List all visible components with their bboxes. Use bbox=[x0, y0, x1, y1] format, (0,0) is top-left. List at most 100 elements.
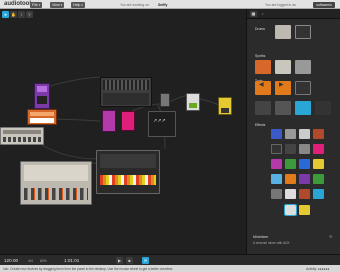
stompbox-grey[interactable] bbox=[160, 93, 170, 107]
category-synths: Synths bbox=[255, 54, 266, 58]
sequencer-display bbox=[3, 130, 41, 134]
device-drum-machine-808[interactable] bbox=[96, 150, 160, 194]
device-drum-machine-909[interactable] bbox=[20, 161, 92, 205]
loop-button[interactable]: ⟳ bbox=[142, 257, 149, 264]
device-sequencer[interactable] bbox=[0, 127, 44, 145]
synth-keys[interactable] bbox=[30, 118, 54, 123]
palette-effect[interactable] bbox=[313, 189, 324, 199]
play-button[interactable]: ▶ bbox=[116, 257, 123, 264]
category-drums: Drums bbox=[255, 27, 265, 31]
stompbox-magenta[interactable] bbox=[121, 111, 135, 131]
palette-tool-rewind[interactable]: ◀ bbox=[255, 81, 271, 95]
device-panel: ▦ ♪ Drums Synths Tools ◀ ▶ Effects Minim… bbox=[246, 9, 340, 254]
transport-bar: 120.00 4/4 60% 1:01:01 ▶ ■ ⟳ bbox=[0, 254, 246, 265]
samples-tab-icon: ♪ bbox=[261, 11, 264, 16]
position-display: 1:01:01 bbox=[64, 258, 80, 263]
tab-samples[interactable]: ♪ bbox=[259, 11, 266, 17]
palette-synth-grey[interactable] bbox=[275, 60, 291, 74]
device-black-effect[interactable]: ↗↗↗ bbox=[148, 111, 176, 137]
sequencer-steps[interactable] bbox=[3, 137, 41, 142]
rewind-icon: ◀ bbox=[259, 82, 264, 88]
stompbox-footswitch[interactable] bbox=[221, 108, 229, 113]
palette-effect[interactable] bbox=[271, 159, 282, 169]
palette-effect[interactable] bbox=[313, 144, 324, 154]
stompbox-pink[interactable] bbox=[102, 110, 116, 132]
palette-tool-dark[interactable] bbox=[295, 81, 311, 95]
drum-machine-steps[interactable] bbox=[24, 188, 88, 200]
palette-synth-orange[interactable] bbox=[255, 60, 271, 74]
stompbox-yellow[interactable] bbox=[218, 97, 232, 115]
current-username[interactable]: Sniffy bbox=[158, 3, 167, 7]
menu-help[interactable]: Help▾ bbox=[71, 1, 85, 8]
top-bar: audiotool File▾ View▾ Help▾ You are work… bbox=[0, 0, 340, 9]
palette-synth-silver[interactable] bbox=[295, 60, 311, 74]
palette-effect[interactable] bbox=[285, 189, 296, 199]
forward-icon: ▶ bbox=[279, 82, 284, 88]
palette-effect[interactable] bbox=[271, 129, 282, 139]
account-button[interactable]: softwareio bbox=[313, 1, 335, 8]
palette-tool-black[interactable] bbox=[315, 101, 331, 115]
menu-view[interactable]: View▾ bbox=[50, 1, 65, 8]
device-mixer[interactable] bbox=[100, 77, 152, 107]
chevron-down-icon: ▾ bbox=[38, 2, 41, 7]
palette-effect[interactable] bbox=[313, 129, 324, 139]
desktop-area[interactable]: ➤ ✋ ⌇ ⚲ ↗↗↗ bbox=[0, 9, 246, 254]
stompbox-screen bbox=[37, 86, 47, 92]
status-message: Info: Create new devices by dragging the… bbox=[3, 266, 173, 271]
palette-tool-splitter[interactable] bbox=[275, 101, 291, 115]
tab-devices[interactable]: ▦ bbox=[250, 11, 257, 17]
drum-machine-knobs[interactable] bbox=[24, 165, 88, 181]
play-icon: ▶ bbox=[117, 258, 122, 263]
category-effects: Effects bbox=[255, 123, 266, 127]
palette-effect[interactable] bbox=[299, 159, 310, 169]
palette-tool-forward[interactable]: ▶ bbox=[275, 81, 291, 95]
palette-effect[interactable] bbox=[285, 174, 296, 184]
stop-icon: ■ bbox=[128, 258, 131, 263]
stompbox-footswitch[interactable] bbox=[37, 96, 47, 104]
time-signature[interactable]: 4/4 bbox=[28, 259, 33, 263]
palette-effect[interactable] bbox=[313, 174, 324, 184]
palette-tool-mixer[interactable] bbox=[255, 101, 271, 115]
palette-tool-blue[interactable] bbox=[295, 101, 311, 115]
device-info-description: A channel mixer with AUX bbox=[253, 241, 290, 245]
activity-indicator: Activity: ●●●●●● bbox=[306, 266, 330, 271]
working-message: You are working on bbox=[120, 2, 149, 7]
palette-effect[interactable] bbox=[299, 144, 310, 154]
loop-icon: ⟳ bbox=[143, 258, 148, 263]
effect-arrows-icon: ↗↗↗ bbox=[153, 118, 166, 124]
mixer-faders[interactable] bbox=[103, 93, 149, 105]
status-bar: Info: Create new devices by dragging the… bbox=[0, 265, 340, 272]
palette-effect[interactable] bbox=[271, 174, 282, 184]
palette-effect[interactable] bbox=[271, 189, 282, 199]
stompbox-white[interactable] bbox=[186, 93, 200, 111]
stompbox-purple[interactable] bbox=[34, 83, 50, 109]
drum-machine-knobs[interactable] bbox=[100, 154, 156, 168]
devices-tab-icon: ▦ bbox=[251, 11, 256, 16]
drum-machine-steps[interactable] bbox=[100, 175, 156, 185]
palette-effect[interactable] bbox=[299, 129, 310, 139]
tempo-value[interactable]: 120.00 bbox=[4, 258, 18, 263]
mixer-channels[interactable] bbox=[103, 80, 149, 90]
palette-effect-selected[interactable] bbox=[284, 204, 297, 216]
palette-effect[interactable] bbox=[299, 189, 310, 199]
stop-button[interactable]: ■ bbox=[126, 257, 133, 264]
palette-effect[interactable] bbox=[299, 174, 310, 184]
palette-effect[interactable] bbox=[285, 144, 296, 154]
palette-effect[interactable] bbox=[313, 159, 324, 169]
device-info-title: Minimixer bbox=[253, 235, 269, 239]
palette-effect[interactable] bbox=[299, 205, 310, 215]
palette-effect[interactable] bbox=[285, 159, 296, 169]
login-message: You are logged in as bbox=[265, 2, 296, 7]
palette-drum-909[interactable] bbox=[275, 25, 291, 39]
palette-effect[interactable] bbox=[271, 144, 282, 154]
chevron-down-icon: ▾ bbox=[81, 2, 83, 7]
device-orange-synth[interactable] bbox=[27, 109, 57, 125]
panel-tabs: ▦ ♪ bbox=[247, 9, 340, 19]
palette-drum-808[interactable] bbox=[295, 25, 311, 39]
app-logo: audiotool bbox=[4, 1, 31, 7]
menu-file[interactable]: File▾ bbox=[30, 1, 43, 8]
settings-icon[interactable]: ⚙ bbox=[329, 234, 333, 239]
swing-value[interactable]: 60% bbox=[40, 259, 47, 263]
panel-footer bbox=[246, 254, 340, 265]
palette-effect[interactable] bbox=[285, 129, 296, 139]
